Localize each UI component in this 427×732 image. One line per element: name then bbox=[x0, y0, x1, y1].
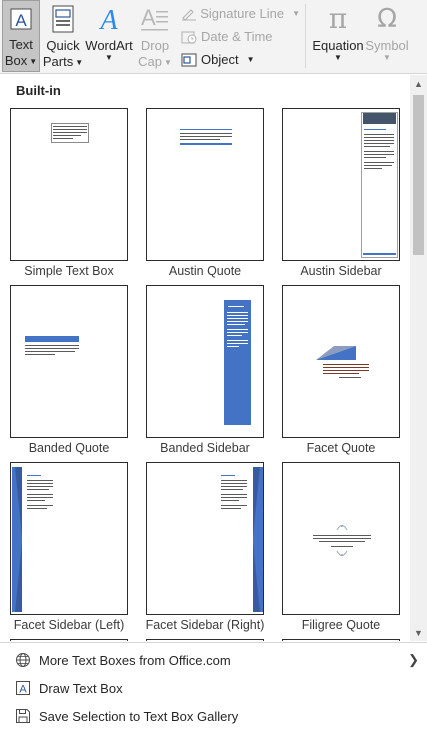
quick-parts-button[interactable]: Quick Parts ▼ bbox=[43, 0, 83, 72]
object-button[interactable]: Object ▼ bbox=[180, 48, 300, 71]
wordart-label: WordArt bbox=[85, 38, 133, 53]
object-label: Object bbox=[201, 52, 239, 67]
date-time-icon bbox=[180, 29, 198, 45]
gallery-item-banded-sidebar[interactable]: Banded Sidebar bbox=[146, 285, 268, 457]
svg-text:A: A bbox=[98, 5, 118, 33]
save-selection-item[interactable]: Save Selection to Text Box Gallery bbox=[0, 702, 427, 730]
thumbnail-facet-quote bbox=[282, 285, 400, 438]
thumbnail-austin-quote bbox=[146, 108, 264, 261]
scrollbar-thumb[interactable] bbox=[413, 95, 424, 255]
scroll-up-arrow-icon[interactable]: ▲ bbox=[410, 75, 427, 92]
chevron-down-icon: ▼ bbox=[29, 57, 38, 66]
signature-line-icon bbox=[180, 6, 197, 22]
draw-text-box-item[interactable]: A Draw Text Box bbox=[0, 674, 427, 702]
save-selection-label: Save Selection to Text Box Gallery bbox=[39, 708, 239, 724]
gallery-item-label: Banded Sidebar bbox=[160, 441, 250, 455]
small-commands: Signature Line ▼ Date & Time Object ▼ bbox=[180, 2, 300, 71]
wordart-icon: A bbox=[95, 0, 123, 38]
gallery-item-label: Banded Quote bbox=[28, 441, 110, 455]
text-box-button[interactable]: A Text Box ▼ bbox=[2, 0, 40, 72]
chevron-down-icon: ▼ bbox=[383, 53, 391, 62]
gallery-item-austin-sidebar[interactable]: Austin Sidebar bbox=[282, 108, 404, 280]
symbol-icon: Ω bbox=[377, 4, 397, 34]
svg-text:A: A bbox=[141, 5, 156, 30]
quick-parts-label-line1: Quick bbox=[46, 38, 80, 53]
chevron-right-icon: ❯ bbox=[408, 652, 419, 667]
gallery-scrollbar[interactable]: ▲ ▼ bbox=[410, 75, 427, 641]
svg-text:A: A bbox=[15, 11, 27, 30]
globe-icon bbox=[12, 651, 34, 669]
object-icon bbox=[180, 52, 198, 68]
gallery-item-facet-quote[interactable]: Facet Quote bbox=[282, 285, 404, 457]
chevron-down-icon: ▼ bbox=[334, 53, 342, 62]
gallery-item-austin-quote[interactable]: Austin Quote bbox=[146, 108, 268, 280]
symbol-button[interactable]: Ω Symbol ▼ bbox=[364, 0, 410, 72]
gallery-item-filigree-quote[interactable]: Filigree Quote bbox=[282, 462, 404, 634]
thumbnail-banded-quote bbox=[10, 285, 128, 438]
text-box-gallery: Built-in Simple Text Box Austin Quote Au… bbox=[0, 75, 409, 641]
ribbon-insert-text-group: A Text Box ▼ Quick Parts ▼ A WordArt ▼ A… bbox=[0, 0, 427, 74]
gallery-item-label: Filigree Quote bbox=[301, 618, 381, 632]
drop-cap-icon: A bbox=[140, 0, 170, 38]
more-text-boxes-item[interactable]: More Text Boxes from Office.com ❯ bbox=[0, 646, 427, 674]
scroll-down-arrow-icon[interactable]: ▼ bbox=[410, 624, 427, 641]
text-box-label-line1: Text bbox=[9, 37, 33, 52]
thumbnail-facet-sidebar-right bbox=[146, 462, 264, 615]
equation-icon: π bbox=[328, 2, 348, 35]
gallery-item-facet-sidebar-left[interactable]: Facet Sidebar (Left) bbox=[10, 462, 132, 634]
gallery-item-label: Facet Sidebar (Right) bbox=[145, 618, 265, 632]
draw-text-box-icon: A bbox=[12, 679, 34, 697]
gallery-item-label: Facet Quote bbox=[306, 441, 376, 455]
text-box-menu: More Text Boxes from Office.com ❯ A Draw… bbox=[0, 642, 427, 732]
gallery-item-label: Simple Text Box bbox=[24, 264, 114, 278]
draw-text-box-label: Draw Text Box bbox=[39, 680, 123, 696]
quick-parts-label-line2: Parts bbox=[42, 54, 74, 69]
gallery-item-partial[interactable] bbox=[10, 639, 128, 641]
thumbnail-facet-sidebar-left bbox=[10, 462, 128, 615]
date-time-label: Date & Time bbox=[201, 29, 273, 44]
thumbnail-banded-sidebar bbox=[146, 285, 264, 438]
drop-cap-label-line2: Cap bbox=[138, 54, 162, 69]
symbol-label: Symbol bbox=[365, 38, 409, 53]
drop-cap-button[interactable]: A Drop Cap ▼ bbox=[137, 0, 173, 72]
signature-line-label: Signature Line bbox=[200, 6, 285, 21]
chevron-down-icon: ▼ bbox=[246, 55, 255, 64]
gallery-item-partial[interactable] bbox=[146, 639, 264, 641]
thumbnail-simple-text-box bbox=[10, 108, 128, 261]
date-time-button[interactable]: Date & Time bbox=[180, 25, 300, 48]
gallery-item-simple-text-box[interactable]: Simple Text Box bbox=[10, 108, 132, 280]
more-text-boxes-label: More Text Boxes from Office.com bbox=[39, 652, 231, 668]
wordart-button[interactable]: A WordArt ▼ bbox=[85, 0, 133, 72]
signature-line-button[interactable]: Signature Line ▼ bbox=[180, 2, 300, 25]
quick-parts-icon bbox=[52, 0, 74, 38]
equation-label: Equation bbox=[312, 38, 364, 53]
chevron-down-icon: ▼ bbox=[105, 53, 113, 62]
ribbon-separator bbox=[305, 4, 306, 68]
gallery-item-partial[interactable] bbox=[282, 639, 400, 641]
save-icon bbox=[12, 707, 34, 725]
text-box-icon: A bbox=[9, 1, 33, 37]
thumbnail-austin-sidebar bbox=[282, 108, 400, 261]
chevron-down-icon: ▼ bbox=[75, 58, 84, 67]
chevron-down-icon: ▼ bbox=[292, 9, 300, 18]
section-title-built-in: Built-in bbox=[16, 83, 61, 98]
text-box-label-line2: Box bbox=[4, 53, 28, 68]
gallery-item-label: Facet Sidebar (Left) bbox=[13, 618, 125, 632]
equation-button[interactable]: π Equation ▼ bbox=[312, 0, 364, 72]
thumbnail-filigree-quote bbox=[282, 462, 400, 615]
chevron-down-icon: ▼ bbox=[163, 58, 172, 67]
svg-text:A: A bbox=[19, 684, 27, 696]
gallery-item-label: Austin Quote bbox=[168, 264, 242, 278]
gallery-item-facet-sidebar-right[interactable]: Facet Sidebar (Right) bbox=[146, 462, 268, 634]
gallery-item-banded-quote[interactable]: Banded Quote bbox=[10, 285, 132, 457]
drop-cap-label-line1: Drop bbox=[140, 38, 170, 53]
gallery-item-label: Austin Sidebar bbox=[300, 264, 382, 278]
